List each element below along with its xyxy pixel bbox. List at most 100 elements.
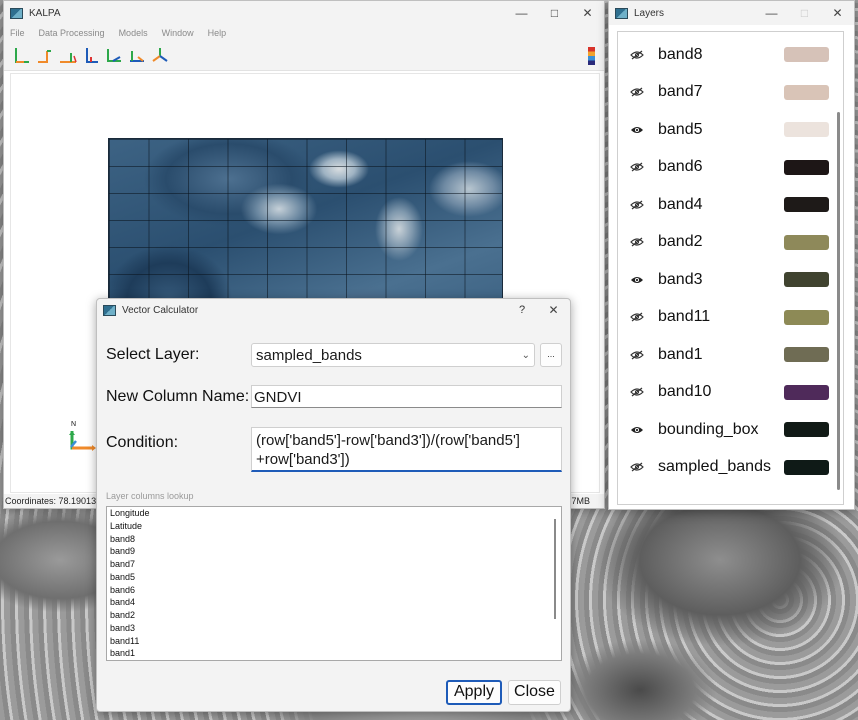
eye-off-icon[interactable] xyxy=(630,50,644,60)
column-list-item[interactable]: Longitude xyxy=(107,507,561,520)
layer-row[interactable]: band6 xyxy=(618,149,833,187)
layer-row[interactable]: sampled_bands xyxy=(618,449,833,487)
layer-name: band7 xyxy=(658,83,703,101)
eye-off-icon[interactable] xyxy=(630,237,644,247)
layers-window: Layers — □ ✕ band8 band7 band5 band6 band4 ba… xyxy=(608,0,855,510)
menu-file[interactable]: File xyxy=(10,28,25,38)
layer-color-swatch[interactable] xyxy=(784,347,829,363)
select-layer-value: sampled_bands xyxy=(256,346,362,364)
column-list-item[interactable]: band11 xyxy=(107,635,561,648)
close-button[interactable]: Close xyxy=(508,680,561,705)
layer-row[interactable]: band2 xyxy=(618,224,833,262)
columns-lookup-list[interactable]: Longitude Latitude band8 band9 band7 band5 ban… xyxy=(106,506,562,661)
layer-row[interactable]: band11 xyxy=(618,299,833,337)
close-icon[interactable]: ✕ xyxy=(821,1,854,25)
layer-color-swatch[interactable] xyxy=(784,459,829,475)
eye-off-icon[interactable] xyxy=(630,200,644,210)
layer-color-swatch[interactable] xyxy=(784,272,829,288)
axis-tool-1-icon[interactable] xyxy=(12,45,32,67)
eye-off-icon[interactable] xyxy=(630,312,644,322)
layer-name: band1 xyxy=(658,345,703,363)
select-layer-row: Select Layer: xyxy=(106,346,199,364)
layer-list-scrollbar[interactable] xyxy=(837,112,840,490)
chevron-down-icon[interactable]: ⌄ xyxy=(522,350,530,361)
column-list-item[interactable]: band5 xyxy=(107,571,561,584)
minimize-icon[interactable]: — xyxy=(755,1,788,25)
dialog-title: Vector Calculator xyxy=(122,304,199,316)
layer-color-swatch[interactable] xyxy=(784,47,829,63)
axis-tool-6-icon[interactable] xyxy=(127,45,147,67)
layer-name: sampled_bands xyxy=(658,458,771,476)
layer-name: band10 xyxy=(658,383,712,401)
layer-row[interactable]: band4 xyxy=(618,186,833,224)
eye-off-icon[interactable] xyxy=(630,387,644,397)
layer-color-swatch[interactable] xyxy=(784,159,829,175)
column-list-item[interactable]: Latitude xyxy=(107,520,561,533)
eye-icon[interactable] xyxy=(630,275,644,285)
layer-name: band5 xyxy=(658,120,703,138)
column-list-item[interactable]: band6 xyxy=(107,584,561,597)
layer-color-swatch[interactable] xyxy=(784,122,829,138)
layer-color-swatch[interactable] xyxy=(784,422,829,438)
app-icon xyxy=(10,7,23,19)
apply-button[interactable]: Apply xyxy=(446,680,502,705)
layer-row[interactable]: band3 xyxy=(618,261,833,299)
axis-tool-4-icon[interactable] xyxy=(81,45,101,67)
layer-color-swatch[interactable] xyxy=(784,234,829,250)
layer-name: band8 xyxy=(658,45,703,63)
layer-row[interactable]: band5 xyxy=(618,111,833,149)
axis-tool-3-icon[interactable] xyxy=(58,45,78,67)
minimize-icon[interactable]: — xyxy=(505,1,538,25)
column-list-item[interactable]: band4 xyxy=(107,596,561,609)
lookup-scrollbar[interactable] xyxy=(554,519,556,619)
eye-icon[interactable] xyxy=(630,125,644,135)
layer-name: band2 xyxy=(658,233,703,251)
column-list-item[interactable]: band9 xyxy=(107,545,561,558)
help-button[interactable]: ? xyxy=(507,304,537,316)
layer-row[interactable]: band1 xyxy=(618,336,833,374)
column-list-item[interactable]: band3 xyxy=(107,622,561,635)
layer-color-swatch[interactable] xyxy=(784,309,829,325)
maximize-icon[interactable]: □ xyxy=(538,1,571,25)
status-coordinates: Coordinates: 78.19013, 3 xyxy=(5,496,107,506)
layer-row[interactable]: band10 xyxy=(618,374,833,412)
menu-window[interactable]: Window xyxy=(162,28,194,38)
new-column-input[interactable]: GNDVI xyxy=(251,385,562,408)
kalpa-titlebar[interactable]: KALPA — □ ✕ xyxy=(4,1,604,25)
layer-name: band11 xyxy=(658,308,711,326)
menu-help[interactable]: Help xyxy=(208,28,227,38)
axis-tool-5-icon[interactable] xyxy=(104,45,124,67)
close-icon[interactable]: ✕ xyxy=(537,298,570,322)
select-layer-combobox[interactable]: sampled_bands ⌄ xyxy=(251,343,535,367)
layer-color-swatch[interactable] xyxy=(784,197,829,213)
layer-color-swatch[interactable] xyxy=(784,84,829,100)
dialog-titlebar[interactable]: Vector Calculator ? ✕ xyxy=(97,299,570,321)
layer-row[interactable]: band8 xyxy=(618,36,833,74)
eye-off-icon[interactable] xyxy=(630,462,644,472)
eye-icon[interactable] xyxy=(630,425,644,435)
column-list-item[interactable]: band7 xyxy=(107,558,561,571)
color-palette-icon[interactable] xyxy=(588,47,595,65)
condition-textarea[interactable]: (row['band5']-row['band3'])/(row['band5'… xyxy=(251,427,562,472)
window-title: KALPA xyxy=(29,7,61,19)
menu-models[interactable]: Models xyxy=(119,28,148,38)
lookup-label: Layer columns lookup xyxy=(106,491,194,501)
layer-row[interactable]: band7 xyxy=(618,74,833,112)
axis-3d-tool-icon[interactable] xyxy=(150,45,170,67)
column-list-item[interactable]: band8 xyxy=(107,533,561,546)
layer-name: band6 xyxy=(658,158,703,176)
column-list-item[interactable]: band2 xyxy=(107,609,561,622)
menu-data-processing[interactable]: Data Processing xyxy=(39,28,105,38)
close-icon[interactable]: ✕ xyxy=(571,1,604,25)
app-icon xyxy=(615,7,628,19)
axis-tool-2-icon[interactable] xyxy=(35,45,55,67)
column-list-item[interactable]: band1 xyxy=(107,647,561,660)
layers-titlebar[interactable]: Layers — □ ✕ xyxy=(609,1,854,25)
eye-off-icon[interactable] xyxy=(630,350,644,360)
vector-calculator-dialog: Vector Calculator ? ✕ Select Layer: samp… xyxy=(96,298,571,712)
browse-button[interactable]: ... xyxy=(540,343,562,367)
eye-off-icon[interactable] xyxy=(630,87,644,97)
eye-off-icon[interactable] xyxy=(630,162,644,172)
layer-row[interactable]: bounding_box xyxy=(618,411,833,449)
layer-color-swatch[interactable] xyxy=(784,384,829,400)
